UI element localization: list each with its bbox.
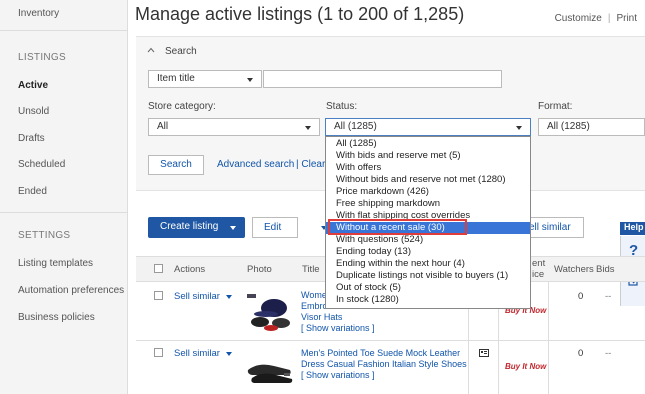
edit-label: Edit — [264, 222, 282, 233]
variation-grid-icon — [479, 349, 489, 357]
status-option[interactable]: Ending today (13) — [326, 246, 530, 258]
search-input[interactable] — [263, 70, 502, 88]
status-option[interactable]: Out of stock (5) — [326, 282, 530, 294]
status-option[interactable]: Duplicate listings not visible to buyers… — [326, 270, 530, 282]
clear-link[interactable]: | Clear — [296, 159, 325, 170]
sidebar-item-business-policies[interactable]: Business policies — [18, 312, 95, 323]
status-option[interactable]: Ending within the next hour (4) — [326, 258, 530, 270]
status-option[interactable]: Without bids and reserve not met (1280) — [326, 174, 530, 186]
row-title-line: Men's Pointed Toe Suede Mock Leather — [301, 348, 461, 358]
row-checkbox[interactable] — [154, 348, 163, 357]
header-photo: Photo — [247, 264, 272, 275]
print-link[interactable]: Print — [616, 13, 637, 24]
sidebar-item-unsold[interactable]: Unsold — [18, 106, 49, 117]
product-photo-hats[interactable] — [244, 288, 296, 334]
show-variations-link[interactable]: [ Show variations ] — [301, 323, 466, 334]
customize-link[interactable]: Customize — [555, 13, 602, 24]
search-toggle-label[interactable]: Search — [165, 46, 197, 57]
store-category-select[interactable]: All — [148, 118, 320, 136]
format-select[interactable]: All (1285) — [538, 118, 645, 136]
column-divider — [548, 282, 549, 394]
search-field-select-value: Item title — [157, 73, 195, 84]
row-watchers: 0 — [578, 348, 584, 359]
status-option[interactable]: With offers — [326, 162, 530, 174]
format-label: Format: — [538, 101, 573, 112]
row-watchers: 0 — [578, 291, 584, 302]
sidebar-divider — [0, 30, 128, 31]
buy-it-now-badge: Buy It Now — [505, 362, 547, 371]
page-title: Manage active listings (1 to 200 of 1,28… — [135, 4, 465, 24]
sidebar-divider — [0, 212, 128, 213]
show-variations-link[interactable]: [ Show variations ] — [301, 370, 471, 381]
store-category-label: Store category: — [148, 101, 216, 112]
edit-button[interactable]: Edit — [252, 217, 298, 238]
row-title-line: Dress Casual Fashion Italian Style Shoes — [301, 359, 467, 369]
top-links: Customize | Print — [555, 13, 637, 24]
status-option[interactable]: Price markdown (426) — [326, 186, 530, 198]
header-price-fragment: ice — [532, 269, 545, 280]
header-format-fragment: ent — [532, 258, 546, 269]
product-photo-shoes[interactable] — [244, 356, 296, 386]
highlight-box — [328, 219, 467, 235]
row-bids: -- — [605, 348, 612, 359]
header-bids[interactable]: Bids — [596, 264, 614, 275]
sidebar-item-ended[interactable]: Ended — [18, 186, 47, 197]
advanced-search-link[interactable]: Advanced search — [217, 159, 294, 170]
select-all-checkbox[interactable] — [154, 264, 163, 273]
sidebar-item-inventory[interactable]: Inventory — [18, 8, 59, 19]
chevron-up-icon[interactable] — [147, 46, 155, 54]
status-option[interactable]: Free shipping markdown — [326, 198, 530, 210]
search-field-select[interactable]: Item title — [148, 70, 262, 88]
row-bids: -- — [605, 291, 612, 302]
row-separator — [136, 340, 645, 341]
sidebar-item-automation-preferences[interactable]: Automation preferences — [18, 285, 124, 296]
header-actions: Actions — [174, 264, 206, 275]
row-sell-similar-link[interactable]: Sell similar — [174, 348, 220, 359]
sidebar-item-scheduled[interactable]: Scheduled — [18, 159, 65, 170]
caret-down-icon — [516, 126, 522, 130]
caret-down-icon[interactable] — [226, 352, 232, 356]
status-option[interactable]: With bids and reserve met (5) — [326, 150, 530, 162]
row-sell-similar-link[interactable]: Sell similar — [174, 291, 220, 302]
sidebar-heading-listings: LISTINGS — [18, 52, 66, 63]
format-select-value: All (1285) — [547, 121, 590, 132]
caret-down-icon — [247, 78, 253, 82]
status-option[interactable]: With questions (524) — [326, 234, 530, 246]
row-title-line: Visor Hats — [301, 312, 343, 322]
sidebar-item-drafts[interactable]: Drafts — [18, 133, 45, 144]
search-button[interactable]: Search — [148, 155, 204, 175]
row-title[interactable]: Men's Pointed Toe Suede Mock Leather Dre… — [301, 348, 471, 381]
caret-down-icon[interactable] — [226, 295, 232, 299]
header-watchers[interactable]: Watchers — [554, 264, 594, 275]
sidebar-heading-settings: SETTINGS — [18, 230, 71, 241]
top-links-separator: | — [607, 13, 611, 24]
sidebar: Inventory LISTINGS Active Unsold Drafts … — [0, 0, 128, 394]
status-option[interactable]: In stock (1280) — [326, 294, 530, 306]
header-title[interactable]: Title — [302, 264, 320, 275]
caret-down-icon — [230, 226, 236, 230]
caret-down-icon — [305, 126, 311, 130]
status-select-value: All (1285) — [334, 121, 377, 132]
row-checkbox[interactable] — [154, 291, 163, 300]
status-select[interactable]: All (1285) — [325, 118, 531, 136]
help-tab[interactable]: Help — [620, 222, 645, 235]
create-listing-button[interactable]: Create listing — [148, 217, 245, 238]
sidebar-item-listing-templates[interactable]: Listing templates — [18, 258, 93, 269]
status-option[interactable]: All (1285) — [326, 138, 530, 150]
status-label: Status: — [326, 101, 358, 112]
sidebar-item-active[interactable]: Active — [18, 80, 48, 91]
store-category-value: All — [157, 121, 169, 132]
create-listing-label: Create listing — [160, 221, 219, 232]
